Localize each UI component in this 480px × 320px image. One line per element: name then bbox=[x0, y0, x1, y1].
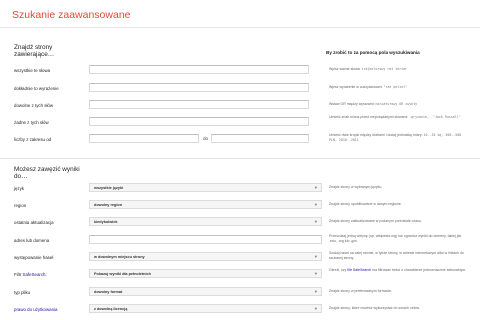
any-words-hint: Wstaw OR między wyrazami: miniaturowy OR… bbox=[329, 102, 418, 106]
file-type-select[interactable]: dowolny format ▾ bbox=[89, 287, 322, 296]
chevron-down-icon: ▾ bbox=[314, 202, 317, 207]
all-words-input[interactable] bbox=[89, 65, 309, 74]
language-select[interactable]: wszystkie języki ▾ bbox=[89, 183, 322, 192]
any-words-label: dowolne z tych słów bbox=[14, 103, 54, 108]
section-heading-narrow-results: Możesz zawęzić wyniki do… bbox=[14, 166, 80, 181]
none-words-label: żadne z tych słów bbox=[14, 120, 49, 125]
last-update-select[interactable]: kiedykolwiek ▾ bbox=[89, 217, 322, 226]
header-divider bbox=[0, 27, 480, 28]
last-update-hint: Znajdź strony zaktualizowane w podanym p… bbox=[329, 219, 422, 223]
chevron-down-icon: ▾ bbox=[314, 219, 317, 224]
number-range-hint: Umieść dwie kropki między liczbami i dod… bbox=[329, 133, 462, 142]
file-type-label: typ pliku bbox=[14, 290, 31, 295]
exact-phrase-label: dokładnie to wyrażenie bbox=[14, 86, 59, 91]
chevron-down-icon: ▾ bbox=[314, 306, 317, 311]
region-hint: Znajdź strony opublikowane w danym regio… bbox=[329, 202, 402, 206]
safesearch-link[interactable]: SafeSearch bbox=[23, 272, 46, 277]
page-title: Szukanie zaawansowane bbox=[12, 9, 131, 21]
number-range-label: liczby z zakresu od bbox=[14, 137, 52, 142]
section-divider bbox=[0, 158, 480, 159]
terms-appearing-select[interactable]: w dowolnym miejscu strony ▾ bbox=[89, 252, 322, 261]
none-words-input[interactable] bbox=[89, 117, 309, 126]
terms-appearing-label: występowanie haseł bbox=[14, 255, 54, 260]
region-label: region bbox=[14, 203, 27, 208]
exact-phrase-input[interactable] bbox=[89, 83, 309, 92]
usage-rights-label[interactable]: prawo do użytkowania bbox=[14, 307, 57, 312]
exact-phrase-hint: Wpisz wyrażenie w cudzysłowach: "rat pel… bbox=[329, 85, 408, 89]
safesearch-label: Filtr SafeSearch: bbox=[14, 272, 47, 277]
region-select[interactable]: dowolny region ▾ bbox=[89, 200, 322, 209]
all-words-hint: Wpisz ważne słowa: trójkolorowy rat teri… bbox=[329, 67, 408, 71]
language-hint: Znajdź strony w wybranym języku. bbox=[329, 185, 383, 189]
section-heading-find-pages: Znajdź strony zawierające… bbox=[14, 44, 55, 59]
usage-rights-hint: Znajdź strony, które możesz wykorzystać … bbox=[329, 306, 420, 310]
safesearch-filter-link[interactable]: filtr SafeSearch bbox=[347, 268, 371, 272]
last-update-label: ostatnia aktualizacja bbox=[14, 220, 54, 225]
number-range-separator: do bbox=[203, 136, 209, 141]
any-words-input[interactable] bbox=[89, 100, 309, 109]
safesearch-select[interactable]: Pokazuj wyniki dla pełnoletnich ▾ bbox=[89, 269, 322, 278]
all-words-label: wszystkie te słowa bbox=[14, 68, 51, 73]
safesearch-hint: Określ, czy filtr SafeSearch ma filtrowa… bbox=[329, 268, 467, 272]
chevron-down-icon: ▾ bbox=[314, 289, 317, 294]
search-box-heading: By zrobić to za pomocą pola wyszukiwania bbox=[326, 50, 420, 55]
site-domain-input[interactable] bbox=[89, 235, 322, 244]
file-type-hint: Znajdź strony w preferowanym formacie. bbox=[329, 289, 393, 293]
site-domain-label: adres lub domena bbox=[14, 238, 50, 243]
chevron-down-icon: ▾ bbox=[314, 254, 317, 259]
terms-appearing-hint: Szukaj haseł na całej stronie, w tytule … bbox=[329, 251, 464, 260]
site-domain-hint: Przeszukaj jedną witrynę (np. wikipedia.… bbox=[329, 234, 462, 243]
number-range-from-input[interactable] bbox=[89, 134, 199, 143]
usage-rights-select[interactable]: z dowolną licencją ▾ bbox=[89, 304, 322, 313]
none-words-hint: Umieść znak minus przed niepożądanymi sł… bbox=[329, 115, 461, 119]
chevron-down-icon: ▾ bbox=[314, 185, 317, 190]
chevron-down-icon: ▾ bbox=[314, 271, 317, 276]
language-label: język bbox=[14, 186, 25, 191]
number-range-to-input[interactable] bbox=[211, 134, 309, 143]
